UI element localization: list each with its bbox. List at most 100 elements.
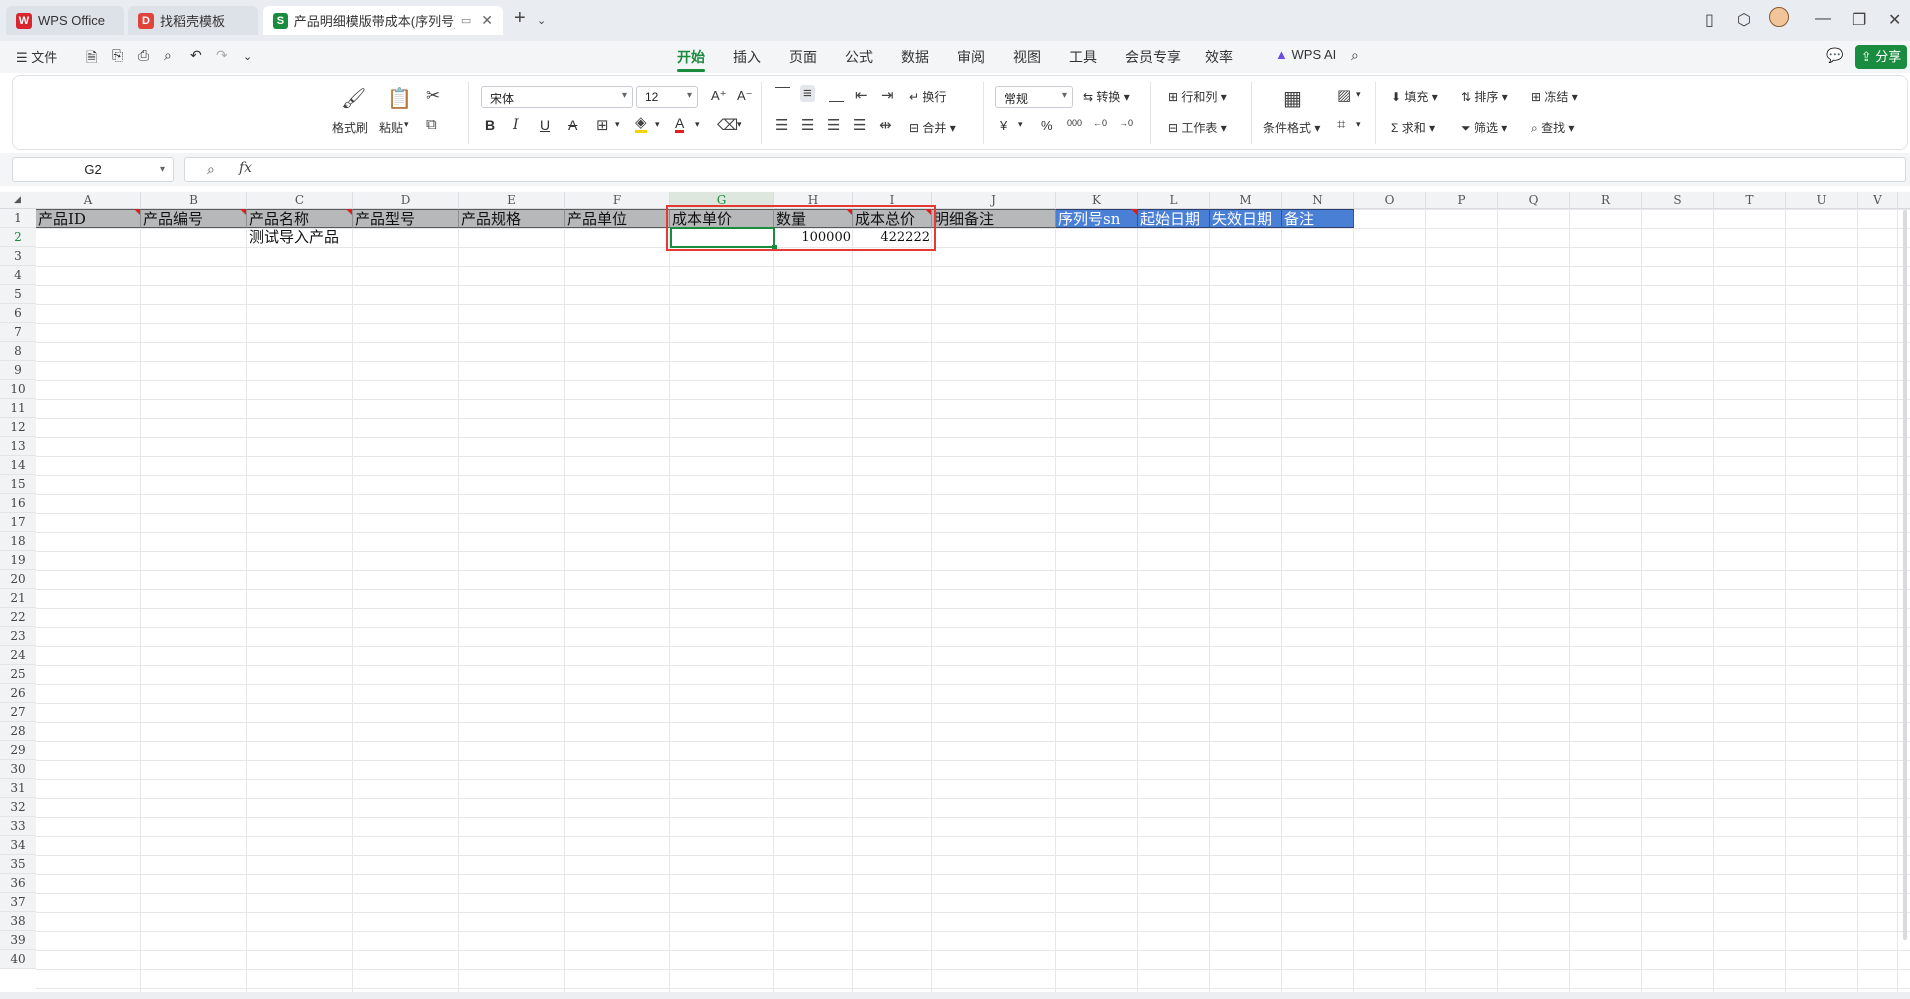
column-header-d[interactable]: D bbox=[353, 192, 459, 209]
column-header-t[interactable]: T bbox=[1714, 192, 1786, 209]
row-header-33[interactable]: 33 bbox=[0, 817, 36, 836]
quick-access-chevron-icon[interactable]: ⌄ bbox=[243, 50, 252, 63]
row-header-19[interactable]: 19 bbox=[0, 551, 36, 570]
paste-button[interactable]: 粘贴 bbox=[379, 119, 403, 136]
row-header-7[interactable]: 7 bbox=[0, 323, 36, 342]
row-header-37[interactable]: 37 bbox=[0, 893, 36, 912]
percent-icon[interactable]: % bbox=[1041, 118, 1053, 133]
header-cell-c[interactable]: 产品名称 bbox=[247, 209, 353, 228]
header-cell-b[interactable]: 产品编号 bbox=[141, 209, 247, 228]
cut-icon[interactable]: ✂ bbox=[426, 86, 440, 106]
row-header-6[interactable]: 6 bbox=[0, 304, 36, 323]
fill-button[interactable]: ⬇ 填充 ▾ bbox=[1391, 88, 1438, 105]
align-right-icon[interactable]: ☰ bbox=[827, 116, 840, 134]
menu-tab-data[interactable]: 数据 bbox=[901, 47, 929, 67]
header-cell-j[interactable]: 明细备注 bbox=[932, 209, 1056, 228]
column-header-o[interactable]: O bbox=[1354, 192, 1426, 209]
tab-list-chevron-icon[interactable]: ⌄ bbox=[537, 14, 546, 27]
increase-font-icon[interactable]: A⁺ bbox=[711, 88, 727, 104]
menu-tab-insert[interactable]: 插入 bbox=[733, 47, 761, 67]
row-header-35[interactable]: 35 bbox=[0, 855, 36, 874]
row-header-17[interactable]: 17 bbox=[0, 513, 36, 532]
row-header-38[interactable]: 38 bbox=[0, 912, 36, 931]
zoom-icon[interactable]: ⌕ bbox=[207, 161, 215, 178]
align-bottom-icon[interactable]: ⎽ bbox=[829, 86, 844, 103]
convert-button[interactable]: ⇆ 转换 ▾ bbox=[1083, 88, 1130, 105]
select-all-icon[interactable]: ◢ bbox=[14, 194, 21, 205]
header-cell-m[interactable]: 失效日期 bbox=[1210, 209, 1282, 228]
justify-icon[interactable]: ☰ bbox=[853, 116, 866, 134]
increase-decimal-icon[interactable]: ←0 bbox=[1093, 118, 1107, 128]
row-header-23[interactable]: 23 bbox=[0, 627, 36, 646]
cell-style-chevron-icon[interactable]: ▾ bbox=[1356, 89, 1361, 100]
new-tab-icon[interactable]: + bbox=[514, 7, 526, 30]
font-color-icon[interactable]: A bbox=[675, 116, 685, 133]
indent-increase-icon[interactable]: ⇥ bbox=[881, 86, 894, 104]
menu-file[interactable]: ☰ 文件 bbox=[16, 47, 57, 66]
tab-docer-templates[interactable]: D 找稻壳模板 bbox=[128, 6, 258, 35]
merge-button[interactable]: ⊟ 合并 ▾ bbox=[909, 119, 956, 136]
header-cell-e[interactable]: 产品规格 bbox=[459, 209, 565, 228]
column-header-s[interactable]: S bbox=[1642, 192, 1714, 209]
fx-icon[interactable]: fx bbox=[239, 160, 252, 176]
thousands-separator-icon[interactable]: 000 bbox=[1067, 118, 1082, 128]
row-header-24[interactable]: 24 bbox=[0, 646, 36, 665]
minimize-icon[interactable]: — bbox=[1815, 10, 1831, 28]
comment-indicator-icon[interactable] bbox=[346, 209, 352, 215]
conditional-format-button[interactable]: 条件格式 ▾ bbox=[1263, 119, 1320, 136]
align-left-icon[interactable]: ☰ bbox=[775, 116, 788, 134]
currency-icon[interactable]: ¥ bbox=[1000, 118, 1007, 133]
row-header-31[interactable]: 31 bbox=[0, 779, 36, 798]
header-cell-n[interactable]: 备注 bbox=[1282, 209, 1354, 228]
table-style-icon[interactable]: ⌗ bbox=[1337, 116, 1345, 133]
share-button[interactable]: ⇪ 分享 bbox=[1855, 45, 1907, 69]
row-header-26[interactable]: 26 bbox=[0, 684, 36, 703]
column-header-l[interactable]: L bbox=[1138, 192, 1210, 209]
row-header-15[interactable]: 15 bbox=[0, 475, 36, 494]
align-top-icon[interactable]: ⎺ bbox=[775, 86, 790, 103]
column-header-j[interactable]: J bbox=[932, 192, 1056, 209]
header-cell-a[interactable]: 产品ID bbox=[36, 209, 141, 228]
row-header-11[interactable]: 11 bbox=[0, 399, 36, 418]
header-cell-d[interactable]: 产品型号 bbox=[353, 209, 459, 228]
bold-icon[interactable]: B bbox=[485, 117, 495, 133]
row-header-22[interactable]: 22 bbox=[0, 608, 36, 627]
menu-tab-formula[interactable]: 公式 bbox=[845, 47, 873, 67]
row-header-21[interactable]: 21 bbox=[0, 589, 36, 608]
column-header-u[interactable]: U bbox=[1786, 192, 1858, 209]
row-header-36[interactable]: 36 bbox=[0, 874, 36, 893]
row-header-29[interactable]: 29 bbox=[0, 741, 36, 760]
fill-color-icon[interactable]: ◈ bbox=[635, 115, 647, 133]
underline-icon[interactable]: U bbox=[540, 117, 550, 133]
distribute-icon[interactable]: ⇹ bbox=[879, 116, 892, 134]
freeze-button[interactable]: ⊞ 冻结 ▾ bbox=[1531, 88, 1578, 105]
comment-indicator-icon[interactable] bbox=[240, 209, 246, 215]
column-header-q[interactable]: Q bbox=[1498, 192, 1570, 209]
cube-icon[interactable]: ⬡ bbox=[1737, 10, 1751, 30]
strikethrough-icon[interactable]: A bbox=[568, 117, 577, 133]
row-header-18[interactable]: 18 bbox=[0, 532, 36, 551]
indent-decrease-icon[interactable]: ⇤ bbox=[855, 86, 868, 104]
fill-color-chevron-icon[interactable]: ▾ bbox=[655, 119, 660, 130]
restore-icon[interactable]: ❐ bbox=[1852, 10, 1866, 30]
column-header-r[interactable]: R bbox=[1570, 192, 1642, 209]
close-tab-icon[interactable]: ✕ bbox=[481, 12, 493, 29]
row-header-2[interactable]: 2 bbox=[0, 228, 36, 247]
column-header-c[interactable]: C bbox=[247, 192, 353, 209]
row-header-16[interactable]: 16 bbox=[0, 494, 36, 513]
column-header-a[interactable]: A bbox=[36, 192, 141, 209]
column-header-e[interactable]: E bbox=[459, 192, 565, 209]
font-color-chevron-icon[interactable]: ▾ bbox=[695, 119, 700, 130]
cell-style-icon[interactable]: ▨ bbox=[1337, 86, 1351, 104]
wrap-text-button[interactable]: ↵ 换行 bbox=[909, 88, 946, 105]
cell-area[interactable]: 产品ID 产品编号 产品名称 产品型号 产品规格 产品单位 成本单价 数量 成本总价 明细备注 序列… bbox=[36, 205, 1910, 992]
decrease-decimal-icon[interactable]: →0 bbox=[1119, 118, 1133, 128]
decrease-font-icon[interactable]: A⁻ bbox=[737, 88, 753, 104]
italic-icon[interactable]: I bbox=[513, 117, 519, 133]
menu-tab-member[interactable]: 会员专享 bbox=[1125, 47, 1181, 67]
comment-indicator-icon[interactable] bbox=[1131, 209, 1137, 215]
comment-icon[interactable]: 💬 bbox=[1826, 47, 1843, 64]
menu-tab-efficiency[interactable]: 效率 bbox=[1205, 47, 1233, 67]
search-icon[interactable]: ⌕ bbox=[1351, 47, 1359, 64]
copy-icon[interactable]: ⧉ bbox=[426, 116, 437, 133]
